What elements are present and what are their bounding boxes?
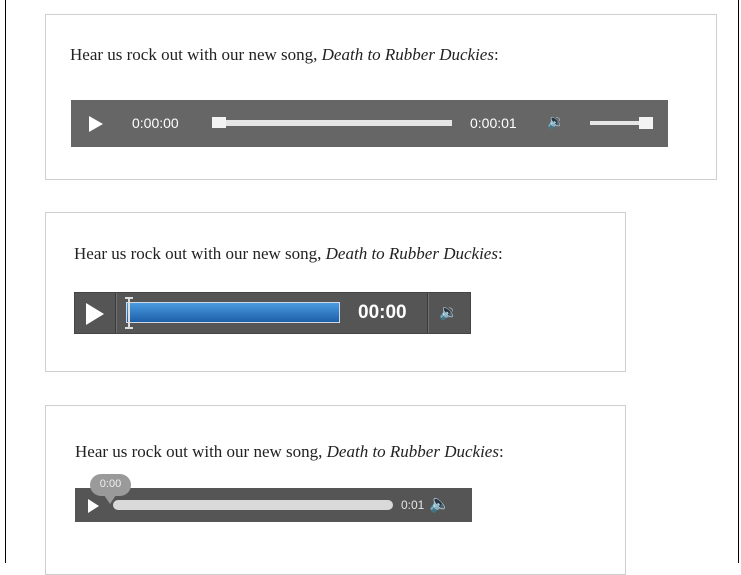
play-icon[interactable] bbox=[88, 499, 99, 513]
song-caption-2: Hear us rock out with our new song, Deat… bbox=[74, 244, 503, 264]
song-title: Death to Rubber Duckies bbox=[321, 45, 494, 64]
song-caption-1: Hear us rock out with our new song, Deat… bbox=[70, 45, 499, 65]
seek-bar[interactable] bbox=[214, 120, 452, 126]
time-tooltip: 0:00 bbox=[90, 474, 131, 504]
audio-player-1: 0:00:00 0:00:01 🔉 bbox=[71, 100, 668, 147]
caption-suffix: : bbox=[497, 244, 503, 263]
audio-player-3: 0:01 🔈 bbox=[75, 488, 472, 522]
time-display: 00:00 bbox=[358, 302, 407, 323]
caption-suffix: : bbox=[493, 45, 499, 64]
caption-prefix: Hear us rock out with our new song, bbox=[70, 45, 322, 64]
song-caption-3: Hear us rock out with our new song, Deat… bbox=[75, 442, 504, 462]
caption-prefix: Hear us rock out with our new song, bbox=[74, 244, 326, 263]
seek-bar[interactable] bbox=[126, 302, 340, 323]
audio-player-2: 00:00 🔉 bbox=[74, 292, 471, 334]
duration: 0:00:01 bbox=[470, 115, 517, 131]
volume-icon[interactable]: 🔉 bbox=[439, 303, 458, 321]
current-time: 0:00:00 bbox=[132, 115, 179, 131]
seek-cursor-icon[interactable] bbox=[125, 297, 133, 329]
window-border-right bbox=[738, 0, 739, 563]
seek-bar[interactable] bbox=[113, 500, 393, 510]
volume-icon[interactable]: 🔈 bbox=[429, 494, 450, 514]
caption-prefix: Hear us rock out with our new song, bbox=[75, 442, 327, 461]
caption-suffix: : bbox=[498, 442, 504, 461]
divider bbox=[427, 293, 429, 333]
song-title: Death to Rubber Duckies bbox=[325, 244, 498, 263]
volume-handle[interactable] bbox=[639, 117, 653, 129]
divider bbox=[115, 293, 117, 333]
play-icon[interactable] bbox=[89, 116, 103, 132]
volume-icon[interactable]: 🔉 bbox=[547, 114, 564, 130]
song-title: Death to Rubber Duckies bbox=[326, 442, 499, 461]
audio-section-1 bbox=[45, 14, 717, 180]
seek-handle[interactable] bbox=[212, 117, 226, 128]
duration: 0:01 bbox=[401, 498, 425, 512]
play-icon[interactable] bbox=[86, 303, 104, 325]
window-border-left bbox=[5, 0, 6, 563]
